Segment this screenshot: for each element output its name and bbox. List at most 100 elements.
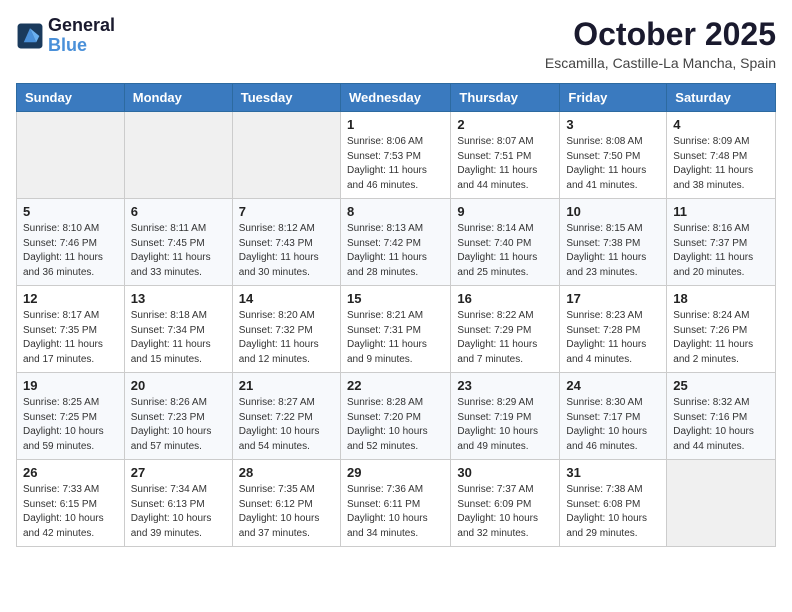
day-info: Sunrise: 8:20 AM Sunset: 7:32 PM Dayligh… [239,309,334,367]
weekday-header-tuesday: Tuesday [232,84,340,112]
calendar-cell: 4 Sunrise: 8:09 AM Sunset: 7:48 PM Daylig… [667,112,776,199]
day-info: Sunrise: 8:30 AM Sunset: 7:17 PM Dayligh… [566,396,660,454]
day-info: Sunrise: 8:32 AM Sunset: 7:16 PM Dayligh… [673,396,769,454]
weekday-header-thursday: Thursday [451,84,560,112]
day-number: 15 [347,291,444,306]
day-number: 25 [673,378,769,393]
calendar-cell: 16Sunrise: 8:22 AM Sunset: 7:29 PM Dayli… [451,286,560,373]
calendar-cell: 25 Sunrise: 8:32 AM Sunset: 7:16 PM Dayli… [667,373,776,460]
day-info: Sunrise: 8:25 AM Sunset: 7:25 PM Dayligh… [23,396,118,454]
day-info: Sunrise: 7:38 AM Sunset: 6:08 PM Dayligh… [566,483,660,541]
title-block: October 2025 Escamilla, Castille-La Manc… [545,16,776,71]
calendar-cell: 20 Sunrise: 8:26 AM Sunset: 7:23 PM Dayli… [124,373,232,460]
day-info: Sunrise: 8:16 AM Sunset: 7:37 PM Dayligh… [673,222,769,280]
calendar-table: SundayMondayTuesdayWednesdayThursdayFrid… [16,83,776,547]
calendar-week-2: 5Sunrise: 8:10 AM Sunset: 7:46 PM Daylig… [17,199,776,286]
calendar-cell: 14Sunrise: 8:20 AM Sunset: 7:32 PM Dayli… [232,286,340,373]
day-number: 20 [131,378,226,393]
calendar-cell: 17 Sunrise: 8:23 AM Sunset: 7:28 PM Dayli… [560,286,667,373]
day-number: 2 [457,117,553,132]
weekday-header-saturday: Saturday [667,84,776,112]
location: Escamilla, Castille-La Mancha, Spain [545,55,776,71]
page-header: General Blue October 2025 Escamilla, Cas… [16,16,776,71]
day-info: Sunrise: 8:29 AM Sunset: 7:19 PM Dayligh… [457,396,553,454]
day-number: 29 [347,465,444,480]
calendar-cell: 7Sunrise: 8:12 AM Sunset: 7:43 PM Daylig… [232,199,340,286]
day-number: 3 [566,117,660,132]
day-number: 12 [23,291,118,306]
day-number: 28 [239,465,334,480]
day-info: Sunrise: 8:08 AM Sunset: 7:50 PM Dayligh… [566,135,660,193]
day-info: Sunrise: 8:15 AM Sunset: 7:38 PM Dayligh… [566,222,660,280]
day-number: 26 [23,465,118,480]
calendar-body: 1Sunrise: 8:06 AM Sunset: 7:53 PM Daylig… [17,112,776,547]
day-info: Sunrise: 8:23 AM Sunset: 7:28 PM Dayligh… [566,309,660,367]
weekday-header-sunday: Sunday [17,84,125,112]
day-number: 13 [131,291,226,306]
day-info: Sunrise: 8:24 AM Sunset: 7:26 PM Dayligh… [673,309,769,367]
weekday-header-monday: Monday [124,84,232,112]
day-info: Sunrise: 8:06 AM Sunset: 7:53 PM Dayligh… [347,135,444,193]
day-number: 22 [347,378,444,393]
calendar-cell: 13 Sunrise: 8:18 AM Sunset: 7:34 PM Dayli… [124,286,232,373]
month-title: October 2025 [545,16,776,53]
calendar-week-1: 1Sunrise: 8:06 AM Sunset: 7:53 PM Daylig… [17,112,776,199]
calendar-cell: 31Sunrise: 7:38 AM Sunset: 6:08 PM Dayli… [560,460,667,547]
calendar-cell: 10Sunrise: 8:15 AM Sunset: 7:38 PM Dayli… [560,199,667,286]
day-info: Sunrise: 8:14 AM Sunset: 7:40 PM Dayligh… [457,222,553,280]
day-info: Sunrise: 7:36 AM Sunset: 6:11 PM Dayligh… [347,483,444,541]
day-info: Sunrise: 8:18 AM Sunset: 7:34 PM Dayligh… [131,309,226,367]
calendar-cell: 21Sunrise: 8:27 AM Sunset: 7:22 PM Dayli… [232,373,340,460]
calendar-cell: 29 Sunrise: 7:36 AM Sunset: 6:11 PM Dayli… [340,460,450,547]
calendar-cell: 18 Sunrise: 8:24 AM Sunset: 7:26 PM Dayli… [667,286,776,373]
calendar-cell: 12Sunrise: 8:17 AM Sunset: 7:35 PM Dayli… [17,286,125,373]
day-number: 16 [457,291,553,306]
calendar-cell: 2 Sunrise: 8:07 AM Sunset: 7:51 PM Daylig… [451,112,560,199]
logo: General Blue [16,16,115,56]
day-number: 6 [131,204,226,219]
weekday-row: SundayMondayTuesdayWednesdayThursdayFrid… [17,84,776,112]
calendar-cell: 27Sunrise: 7:34 AM Sunset: 6:13 PM Dayli… [124,460,232,547]
calendar-cell: 6 Sunrise: 8:11 AM Sunset: 7:45 PM Daylig… [124,199,232,286]
day-info: Sunrise: 8:26 AM Sunset: 7:23 PM Dayligh… [131,396,226,454]
day-info: Sunrise: 8:10 AM Sunset: 7:46 PM Dayligh… [23,222,118,280]
day-number: 17 [566,291,660,306]
calendar-cell: 9 Sunrise: 8:14 AM Sunset: 7:40 PM Daylig… [451,199,560,286]
day-number: 23 [457,378,553,393]
calendar-cell: 30Sunrise: 7:37 AM Sunset: 6:09 PM Dayli… [451,460,560,547]
calendar-cell: 5Sunrise: 8:10 AM Sunset: 7:46 PM Daylig… [17,199,125,286]
calendar-cell: 22Sunrise: 8:28 AM Sunset: 7:20 PM Dayli… [340,373,450,460]
day-number: 24 [566,378,660,393]
day-number: 7 [239,204,334,219]
day-info: Sunrise: 8:09 AM Sunset: 7:48 PM Dayligh… [673,135,769,193]
day-number: 30 [457,465,553,480]
calendar-cell: 24 Sunrise: 8:30 AM Sunset: 7:17 PM Dayli… [560,373,667,460]
calendar-week-3: 12Sunrise: 8:17 AM Sunset: 7:35 PM Dayli… [17,286,776,373]
calendar-cell: 19 Sunrise: 8:25 AM Sunset: 7:25 PM Dayli… [17,373,125,460]
day-info: Sunrise: 7:35 AM Sunset: 6:12 PM Dayligh… [239,483,334,541]
day-info: Sunrise: 7:33 AM Sunset: 6:15 PM Dayligh… [23,483,118,541]
calendar-week-5: 26 Sunrise: 7:33 AM Sunset: 6:15 PM Dayli… [17,460,776,547]
logo-icon [16,22,44,50]
logo-line2: Blue [48,35,87,55]
weekday-header-wednesday: Wednesday [340,84,450,112]
calendar-cell [232,112,340,199]
calendar-cell: 26 Sunrise: 7:33 AM Sunset: 6:15 PM Dayli… [17,460,125,547]
calendar-week-4: 19 Sunrise: 8:25 AM Sunset: 7:25 PM Dayli… [17,373,776,460]
day-number: 8 [347,204,444,219]
day-info: Sunrise: 8:27 AM Sunset: 7:22 PM Dayligh… [239,396,334,454]
day-number: 19 [23,378,118,393]
calendar-header: SundayMondayTuesdayWednesdayThursdayFrid… [17,84,776,112]
day-number: 9 [457,204,553,219]
day-info: Sunrise: 8:07 AM Sunset: 7:51 PM Dayligh… [457,135,553,193]
day-info: Sunrise: 8:11 AM Sunset: 7:45 PM Dayligh… [131,222,226,280]
logo-line1: General [48,16,115,36]
calendar-cell: 23 Sunrise: 8:29 AM Sunset: 7:19 PM Dayli… [451,373,560,460]
calendar-cell [124,112,232,199]
day-number: 11 [673,204,769,219]
calendar-cell: 11 Sunrise: 8:16 AM Sunset: 7:37 PM Dayli… [667,199,776,286]
day-number: 27 [131,465,226,480]
day-number: 18 [673,291,769,306]
day-number: 4 [673,117,769,132]
day-info: Sunrise: 8:21 AM Sunset: 7:31 PM Dayligh… [347,309,444,367]
